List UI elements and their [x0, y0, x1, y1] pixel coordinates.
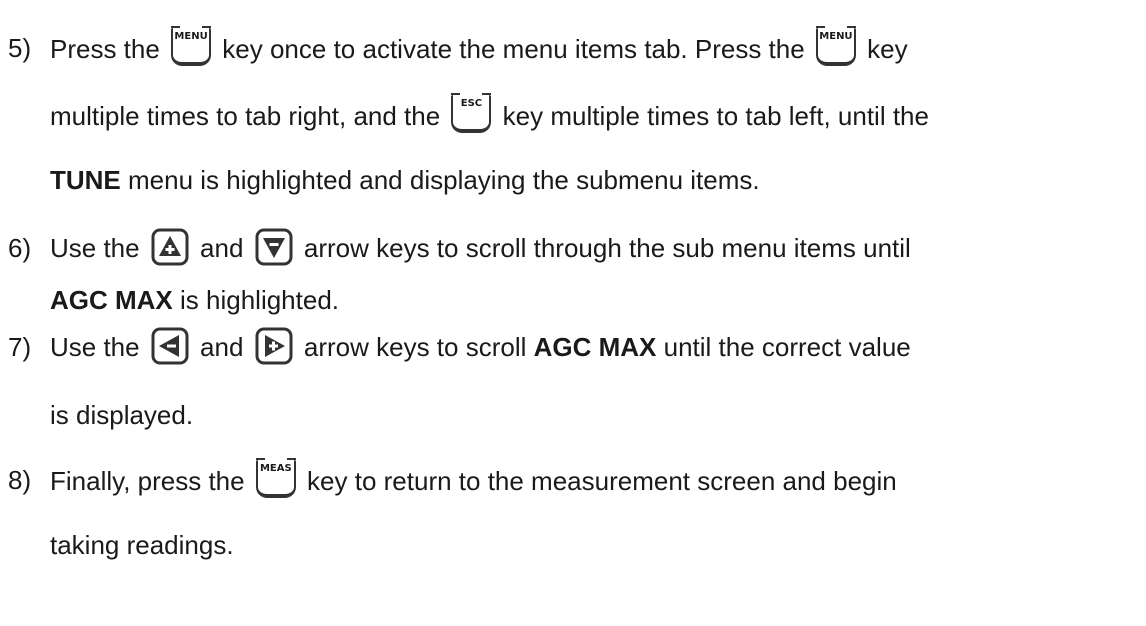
instruction-text: Finally, press the [50, 466, 252, 496]
key-label: ESC [460, 98, 483, 109]
instruction-text: arrow keys to scroll through the sub men… [296, 233, 911, 263]
key-label: MENU [819, 31, 853, 42]
step-number: 8) [8, 465, 32, 495]
instruction-text: Use the [50, 332, 147, 362]
instruction-text: Use the [50, 233, 147, 263]
step-number: 5) [8, 33, 32, 63]
instruction-text: Press the [50, 34, 168, 64]
right-arrow-key-icon [255, 327, 293, 365]
key-label: MENU [174, 31, 208, 42]
instruction-text: key once to activate the menu items tab.… [215, 34, 812, 64]
instruction-line: AGC MAX is highlighted. [50, 280, 339, 320]
instruction-line: Use the and arrow keys to scroll AGC MAX… [50, 327, 911, 367]
instruction-text: and [192, 233, 251, 263]
instruction-line: taking readings. [50, 525, 234, 565]
instruction-text: and [192, 332, 251, 362]
menu-key-icon: MENU [171, 26, 212, 66]
up-arrow-key-icon [151, 228, 189, 266]
instruction-text: multiple times to tab right, and the [50, 101, 448, 131]
instruction-line: multiple times to tab right, and the ESC… [50, 93, 929, 135]
menu-term: TUNE [50, 165, 121, 195]
meas-key-icon: MEAS [255, 458, 296, 498]
instruction-text: taking readings. [50, 530, 234, 560]
instruction-text: until the correct value [656, 332, 911, 362]
menu-key-icon: MENU [815, 26, 856, 66]
menu-term: AGC MAX [533, 332, 657, 362]
instruction-line: Use the and arrow keys to scroll through… [50, 228, 911, 268]
step-number: 7) [8, 332, 32, 362]
instruction-line: Finally, press the MEAS key to return to… [50, 458, 897, 500]
instruction-text: menu is highlighted and displaying the s… [120, 165, 760, 195]
menu-term: AGC MAX [50, 285, 173, 315]
instruction-line: TUNE menu is highlighted and displaying … [50, 160, 760, 200]
instruction-line: is displayed. [50, 395, 193, 435]
instruction-page: 5) Press the MENU key once to activate th… [0, 0, 1146, 626]
down-arrow-key-icon [255, 228, 293, 266]
instruction-text: arrow keys to scroll [296, 332, 534, 362]
step-number: 6) [8, 233, 32, 263]
left-arrow-key-icon [151, 327, 189, 365]
instruction-text: key [859, 34, 908, 64]
esc-key-icon: ESC [451, 93, 492, 133]
instruction-line: Press the MENU key once to activate the … [50, 26, 908, 68]
instruction-text: is highlighted. [172, 285, 340, 315]
instruction-text: key to return to the measurement screen … [299, 466, 897, 496]
instruction-text: is displayed. [50, 400, 194, 430]
key-label: MEAS [259, 463, 292, 474]
instruction-text: key multiple times to tab left, until th… [495, 101, 929, 131]
